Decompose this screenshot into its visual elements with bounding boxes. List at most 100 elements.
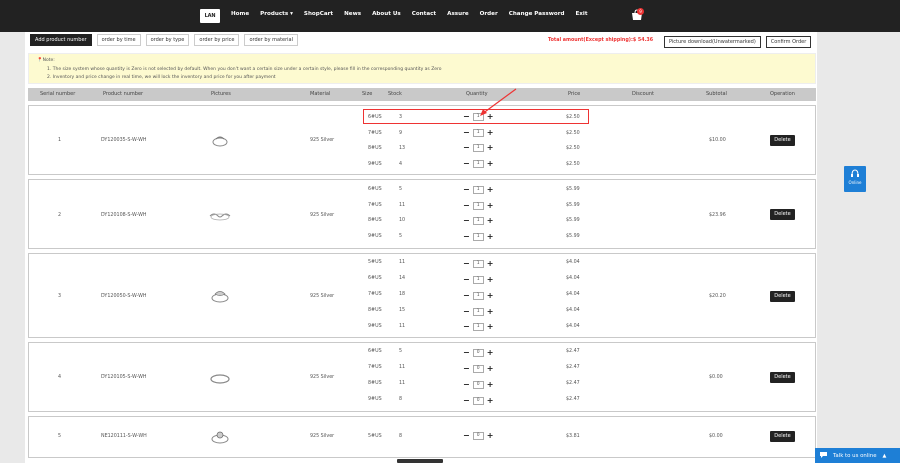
nav-home[interactable]: Home <box>231 11 249 17</box>
minus-icon[interactable]: − <box>463 202 470 210</box>
talk-to-us-widget[interactable]: Talk to us online ▲ <box>815 448 900 463</box>
plus-icon[interactable]: + <box>487 260 494 268</box>
minus-icon[interactable]: − <box>463 160 470 168</box>
confirm-order-button[interactable]: Confirm Order <box>765 36 812 48</box>
nav-exit[interactable]: Exit <box>575 11 587 17</box>
minus-icon[interactable]: − <box>463 349 470 357</box>
quantity-input[interactable]: 0 <box>472 381 484 389</box>
delete-button[interactable]: Delete <box>770 291 795 302</box>
col-size: Size <box>362 91 373 97</box>
delete-button[interactable]: Delete <box>770 431 795 442</box>
order-by-type-button[interactable]: order by type <box>145 34 190 46</box>
plus-icon[interactable]: + <box>487 292 494 300</box>
note-title: Note: <box>42 58 55 63</box>
order-by-material-button[interactable]: order by material <box>244 34 298 46</box>
plus-icon[interactable]: + <box>487 202 494 210</box>
price: $4.04 <box>566 292 580 297</box>
quantity-input[interactable]: 0 <box>472 397 484 405</box>
plus-icon[interactable]: + <box>487 308 494 316</box>
size: 8#US <box>368 218 382 223</box>
quantity-input[interactable]: 1 <box>472 276 484 284</box>
plus-icon[interactable]: + <box>487 144 494 152</box>
nav-order[interactable]: Order <box>480 11 498 17</box>
quantity-input[interactable]: 0 <box>472 349 484 357</box>
quantity-input[interactable]: 1 <box>472 217 484 225</box>
plus-icon[interactable]: + <box>487 160 494 168</box>
minus-icon[interactable]: − <box>463 129 470 137</box>
talk-label: Talk to us online <box>833 452 877 459</box>
price: $2.47 <box>566 365 580 370</box>
sort-toolbar: Add product number order by time order b… <box>30 34 298 46</box>
material: 925 Silver <box>310 434 335 439</box>
minus-icon[interactable]: − <box>463 365 470 373</box>
site-logo[interactable]: LAN <box>200 9 220 23</box>
quantity-input[interactable]: 0 <box>472 432 484 440</box>
plus-icon[interactable]: + <box>487 432 494 440</box>
online-support-widget[interactable]: Online <box>844 166 866 192</box>
nav-news[interactable]: News <box>344 11 361 17</box>
minus-icon[interactable]: − <box>463 381 470 389</box>
cart-count-badge: 9 <box>637 8 644 15</box>
quantity-input[interactable]: 1 <box>472 144 484 152</box>
minus-icon[interactable]: − <box>463 260 470 268</box>
minus-icon[interactable]: − <box>463 217 470 225</box>
delete-button[interactable]: Delete <box>770 209 795 220</box>
minus-icon[interactable]: − <box>463 323 470 331</box>
price: $4.04 <box>566 260 580 265</box>
add-product-number-button[interactable]: Add product number <box>30 34 92 46</box>
nav-change-password[interactable]: Change Password <box>509 11 565 17</box>
plus-icon[interactable]: + <box>487 276 494 284</box>
plus-icon[interactable]: + <box>487 186 494 194</box>
plus-icon[interactable]: + <box>487 365 494 373</box>
quantity-input[interactable]: 1 <box>472 186 484 194</box>
nav-assure[interactable]: Assure <box>447 11 469 17</box>
minus-icon[interactable]: − <box>463 397 470 405</box>
nav-products[interactable]: Products ▾ <box>260 11 293 17</box>
total-amount: Total amount(Except shipping):$ 54.36 <box>548 38 654 43</box>
minus-icon[interactable]: − <box>463 276 470 284</box>
size: 8#US <box>368 381 382 386</box>
minus-icon[interactable]: − <box>463 186 470 194</box>
product-group-2: 2 DY120108-S-W-WH 925 Silver 6#US 5 −1 + … <box>28 179 816 249</box>
nav-shopcart[interactable]: ShopCart <box>304 11 333 17</box>
quantity-input[interactable]: 1 <box>472 233 484 241</box>
size: 7#US <box>368 365 382 370</box>
quantity-stepper: −1 + <box>463 144 493 152</box>
price: $5.99 <box>566 218 580 223</box>
quantity-input[interactable]: 1 <box>472 323 484 331</box>
quantity-input[interactable]: 1 <box>472 160 484 168</box>
plus-icon[interactable]: + <box>487 233 494 241</box>
minus-icon[interactable]: − <box>463 144 470 152</box>
quantity-input[interactable]: 1 <box>472 260 484 268</box>
quantity-input[interactable]: 1 <box>472 308 484 316</box>
quantity-input[interactable]: 1 <box>472 292 484 300</box>
serial-number: 4 <box>58 375 62 380</box>
order-by-time-button[interactable]: order by time <box>96 34 141 46</box>
quantity-input[interactable]: 0 <box>472 365 484 373</box>
nav-about[interactable]: About Us <box>372 11 401 17</box>
bottom-scroll-handle[interactable] <box>397 459 443 463</box>
plus-icon[interactable]: + <box>487 349 494 357</box>
picture-download-button[interactable]: Picture download(Unwatermarked) <box>664 36 761 48</box>
minus-icon[interactable]: − <box>463 308 470 316</box>
col-subtotal: Subtotal <box>706 91 727 97</box>
plus-icon[interactable]: + <box>487 323 494 331</box>
size: 7#US <box>368 131 382 136</box>
quantity-input[interactable]: 1 <box>472 129 484 137</box>
quantity-input[interactable]: 1 <box>472 202 484 210</box>
delete-button[interactable]: Delete <box>770 135 795 146</box>
material: 925 Silver <box>310 213 335 218</box>
minus-icon[interactable]: − <box>463 233 470 241</box>
quantity-stepper: −0 + <box>463 397 493 405</box>
order-by-price-button[interactable]: order by price <box>194 34 240 46</box>
plus-icon[interactable]: + <box>487 381 494 389</box>
plus-icon[interactable]: + <box>487 397 494 405</box>
plus-icon[interactable]: + <box>487 129 494 137</box>
delete-button[interactable]: Delete <box>770 372 795 383</box>
stock: 15 <box>399 308 406 313</box>
nav-contact[interactable]: Contact <box>412 11 436 17</box>
plus-icon[interactable]: + <box>487 217 494 225</box>
serial-number: 1 <box>58 138 62 143</box>
minus-icon[interactable]: − <box>463 292 470 300</box>
minus-icon[interactable]: − <box>463 432 470 440</box>
